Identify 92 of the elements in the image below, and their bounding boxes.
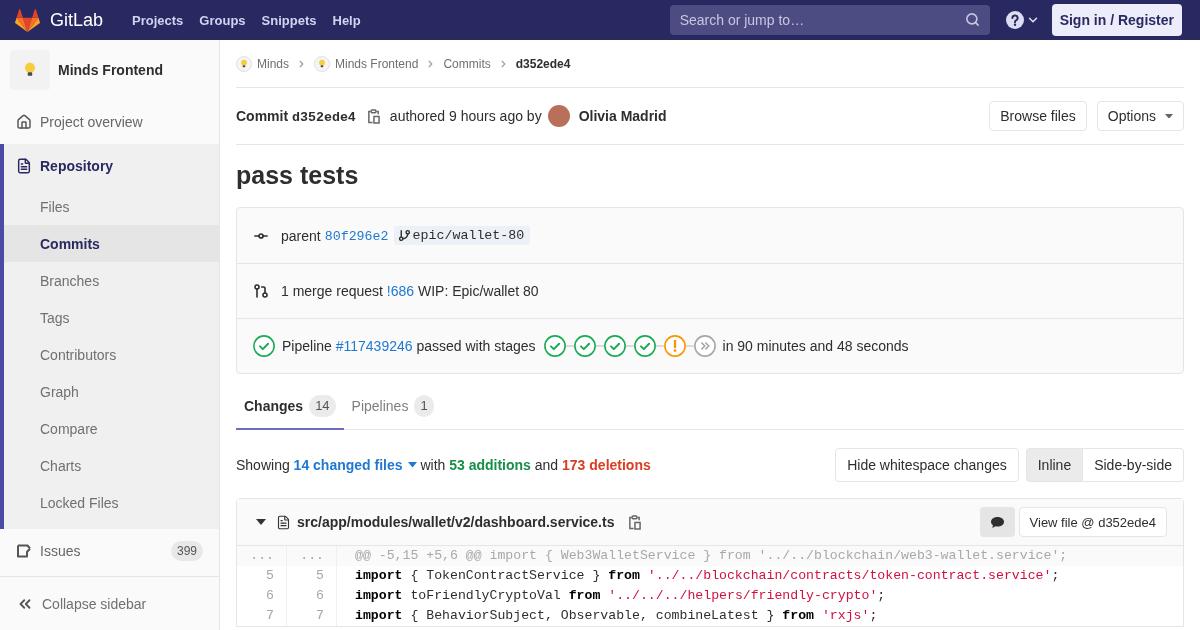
comment-button[interactable] xyxy=(979,507,1015,537)
clipboard-icon[interactable] xyxy=(366,108,380,124)
bulb-icon xyxy=(236,55,252,72)
pipeline-link[interactable]: #117439246 xyxy=(335,338,413,354)
caret-down-icon[interactable] xyxy=(256,519,266,525)
code-line: import { TokenContractService } from '../../blockchain/contracts/token-contract.service'; xyxy=(354,567,1061,585)
sidebar-subitem[interactable]: Graph xyxy=(4,373,219,410)
branch-icon xyxy=(397,229,411,242)
chevron-right-icon xyxy=(299,59,304,68)
search-field[interactable]: Search or jump to… xyxy=(669,5,990,35)
options-dropdown[interactable]: Options xyxy=(1096,101,1184,131)
tab[interactable]: Pipelines 1 xyxy=(343,384,442,430)
exclamation-circle-icon[interactable] xyxy=(663,335,686,357)
sidebar-subitem[interactable]: Branches xyxy=(4,262,219,299)
count-badge: 399 xyxy=(170,541,203,561)
caret-down-icon xyxy=(407,462,417,468)
branch-label[interactable]: epic/wallet-80 xyxy=(393,226,531,245)
document-icon xyxy=(16,158,32,174)
author-link[interactable]: Olivia Madrid xyxy=(578,108,667,124)
sidebar-subitem[interactable]: Contributors xyxy=(4,336,219,373)
view-mode-button[interactable]: Inline xyxy=(1025,448,1084,482)
sidebar-subitem[interactable]: Charts xyxy=(4,447,219,484)
sidebar-subitem[interactable]: Compare xyxy=(4,410,219,447)
pipeline-status-text: Pipeline #117439246 passed with stages xyxy=(282,338,536,354)
count-badge: 14 xyxy=(309,395,336,417)
merge-request-text: 1 merge request !686 WIP: Epic/wallet 80 xyxy=(281,283,539,299)
logo-link[interactable]: GitLab xyxy=(15,8,104,32)
sign-in-button[interactable]: Sign in / Register xyxy=(1051,4,1182,36)
fox-logo-icon xyxy=(15,8,40,32)
commit-heading: Commit d352ede4 xyxy=(236,107,356,125)
file-icon xyxy=(276,514,291,530)
stage-connector xyxy=(565,345,574,347)
project-name[interactable]: Minds Frontend xyxy=(58,62,163,78)
pipeline-duration: in 90 minutes and 48 seconds xyxy=(722,338,909,354)
home-icon xyxy=(16,114,32,130)
line-number: 7 xyxy=(287,606,337,626)
breadcrumb-link[interactable]: Minds xyxy=(236,55,289,72)
bulb-icon xyxy=(314,55,330,72)
help-icon xyxy=(1005,11,1024,29)
caret-down-icon xyxy=(1165,113,1173,119)
sidebar-item[interactable]: Issues 399 xyxy=(0,529,219,573)
authored-text: authored 9 hours ago by xyxy=(389,108,542,124)
nav-link[interactable]: Help xyxy=(324,12,369,28)
browse-files-button[interactable]: Browse files xyxy=(989,101,1087,131)
check-circle-icon[interactable] xyxy=(543,335,566,357)
bulb-icon xyxy=(10,50,50,90)
view-file-button[interactable]: View file @ d352ede4 xyxy=(1018,507,1167,537)
check-circle-icon[interactable] xyxy=(253,335,275,357)
changes-summary: Showing 14 changed files with 53 additions and 173 deletions xyxy=(236,457,651,473)
count-badge: 1 xyxy=(414,395,434,417)
code-line: import toFriendlyCryptoVal from '../../../helpers/friendly-crypto'; xyxy=(354,587,887,605)
check-circle-icon[interactable] xyxy=(633,335,656,357)
collapse-sidebar-button[interactable]: Collapse sidebar xyxy=(0,576,219,630)
view-mode-button[interactable]: Side-by-side xyxy=(1083,448,1184,482)
parent-label: parent xyxy=(281,227,321,244)
sidebar-item[interactable]: Repository xyxy=(4,144,219,188)
changed-files-dropdown[interactable]: 14 changed files xyxy=(293,457,417,473)
sidebar-subitem[interactable]: Commits xyxy=(4,225,219,262)
hunk-header: @@ -5,15 +5,6 @@ import { Web3WalletService } from '../../blockchain/web3-wallet.service'; xyxy=(354,547,1069,565)
chevron-right-icon xyxy=(428,59,434,68)
file-path[interactable]: src/app/modules/wallet/v2/dashboard.service.ts xyxy=(297,514,615,530)
check-circle-icon[interactable] xyxy=(573,335,596,357)
breadcrumb-link[interactable]: Commits xyxy=(443,56,491,71)
double-chevron-circle-icon[interactable] xyxy=(693,335,716,357)
nav-link[interactable]: Groups xyxy=(191,12,254,28)
sidebar-subitem[interactable]: Locked Files xyxy=(4,484,219,521)
merge-request-icon xyxy=(253,283,269,299)
nav-link[interactable]: Snippets xyxy=(253,12,325,28)
nav-link[interactable]: Projects xyxy=(124,12,192,28)
sidebar-item[interactable]: Project overview xyxy=(0,100,219,144)
clipboard-icon[interactable] xyxy=(628,514,642,530)
stage-connector xyxy=(625,345,634,347)
parent-commit-link[interactable]: 80f296e2 xyxy=(324,227,389,244)
user-avatar xyxy=(547,105,570,127)
tab[interactable]: Changes 14 xyxy=(236,384,344,430)
sidebar-subitem[interactable]: Files xyxy=(4,188,219,225)
line-number: 7 xyxy=(237,606,287,626)
check-circle-icon[interactable] xyxy=(603,335,626,357)
breadcrumb-link[interactable]: Minds Frontend xyxy=(314,55,419,72)
help-menu-button[interactable] xyxy=(1005,9,1040,31)
breadcrumb-current[interactable]: d352ede4 xyxy=(515,56,571,71)
merge-request-link[interactable]: !686 xyxy=(386,283,415,299)
chevron-right-icon xyxy=(500,59,506,68)
commit-title: pass tests xyxy=(236,160,360,191)
search-icon xyxy=(964,12,980,27)
speech-bubble-icon xyxy=(989,515,1005,529)
code-line: import { BehaviorSubject, Observable, combineLatest } from 'rxjs'; xyxy=(354,607,879,625)
hide-whitespace-button[interactable]: Hide whitespace changes xyxy=(835,448,1019,482)
sidebar-subitem[interactable]: Tags xyxy=(4,299,219,336)
issues-icon xyxy=(16,543,32,559)
stage-connector xyxy=(655,345,664,347)
stage-connector xyxy=(595,345,604,347)
